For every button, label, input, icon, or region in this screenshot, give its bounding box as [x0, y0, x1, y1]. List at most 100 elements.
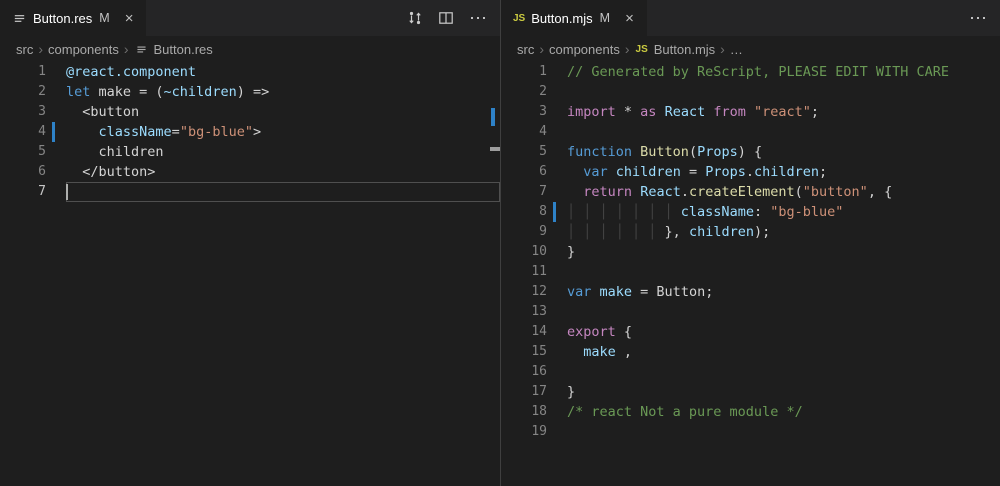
code-line-text[interactable]: className="bg-blue"> [66, 122, 500, 142]
editor-actions-right: ⋯ [969, 0, 1000, 36]
code-line[interactable]: 18 /* react Not a pure module */ [501, 402, 1000, 422]
line-number: 14 [501, 322, 547, 342]
code-line[interactable]: 2 [501, 82, 1000, 102]
code-line[interactable]: 6 var children = Props.children; [501, 162, 1000, 182]
code-line[interactable]: 19 [501, 422, 1000, 442]
code-line[interactable]: 3import * as React from "react"; [501, 102, 1000, 122]
code-line[interactable]: 11 [501, 262, 1000, 282]
code-line[interactable]: 15 make , [501, 342, 1000, 362]
code-line[interactable]: 7 return React.createElement("button", { [501, 182, 1000, 202]
more-actions-icon[interactable]: ⋯ [969, 9, 987, 27]
breadcrumb-left: src › components › Button.res [0, 36, 500, 62]
code-line-text[interactable]: } [567, 382, 1000, 402]
close-icon[interactable]: × [622, 10, 637, 27]
code-line-text[interactable] [567, 422, 1000, 442]
line-number: 17 [501, 382, 547, 402]
text-file-icon [12, 11, 27, 26]
split-editor-icon[interactable] [438, 10, 454, 26]
chevron-right-icon: › [38, 42, 43, 56]
code-line-text[interactable]: │ │ │ │ │ │ }, children); [567, 222, 1000, 242]
gutter [547, 202, 567, 222]
gutter [547, 182, 567, 202]
code-line-text[interactable]: var children = Props.children; [567, 162, 1000, 182]
code-line[interactable]: 9 │ │ │ │ │ │ }, children); [501, 222, 1000, 242]
code-line-text[interactable]: make , [567, 342, 1000, 362]
code-line-text[interactable]: children [66, 142, 500, 162]
breadcrumb-item-file[interactable]: Button.res [154, 42, 213, 57]
tab-button-res[interactable]: Button.res M × [0, 0, 146, 36]
breadcrumb-item-components[interactable]: components [549, 42, 620, 57]
line-number: 6 [501, 162, 547, 182]
code-line[interactable]: 14 export { [501, 322, 1000, 342]
line-number: 10 [501, 242, 547, 262]
code-line-text[interactable]: </button> [66, 162, 500, 182]
code-line[interactable]: 4 [501, 122, 1000, 142]
editor-group-right: JS Button.mjs M × ⋯ src › components › J… [500, 0, 1000, 486]
breadcrumb-item-src[interactable]: src [16, 42, 33, 57]
gutter [547, 222, 567, 242]
code-line-text[interactable]: return React.createElement("button", { [567, 182, 1000, 202]
overview-cursor-mark [490, 147, 500, 151]
line-number: 9 [501, 222, 547, 242]
code-line-text[interactable]: export { [567, 322, 1000, 342]
breadcrumb-item-symbol-ellipsis[interactable]: … [730, 42, 743, 57]
breadcrumb-item-src[interactable]: src [517, 42, 534, 57]
line-number: 6 [0, 162, 46, 182]
code-line-text[interactable] [567, 302, 1000, 322]
code-line-text[interactable]: /* react Not a pure module */ [567, 402, 1000, 422]
code-line[interactable]: 7 [0, 182, 500, 202]
breadcrumb-item-file[interactable]: Button.mjs [654, 42, 715, 57]
code-line[interactable]: 3 <button [0, 102, 500, 122]
breadcrumb-item-components[interactable]: components [48, 42, 119, 57]
open-changes-icon[interactable] [407, 10, 423, 26]
line-number: 15 [501, 342, 547, 362]
overview-ruler-right[interactable] [990, 62, 1000, 486]
code-line[interactable]: 2let make = (~children) => [0, 82, 500, 102]
code-line-text[interactable]: let make = (~children) => [66, 82, 500, 102]
code-lines-right: 1// Generated by ReScript, PLEASE EDIT W… [501, 62, 1000, 442]
gutter [547, 302, 567, 322]
code-line[interactable]: 17} [501, 382, 1000, 402]
code-line[interactable]: 5 function Button(Props) { [501, 142, 1000, 162]
line-number: 5 [0, 142, 46, 162]
gutter [547, 142, 567, 162]
code-line[interactable]: 6 </button> [0, 162, 500, 182]
tab-button-mjs[interactable]: JS Button.mjs M × [501, 0, 647, 36]
code-line[interactable]: 4 className="bg-blue"> [0, 122, 500, 142]
tab-bar-left: Button.res M × ⋯ [0, 0, 500, 36]
code-editor-right[interactable]: 1// Generated by ReScript, PLEASE EDIT W… [501, 62, 1000, 486]
more-actions-icon[interactable]: ⋯ [469, 9, 487, 27]
code-line-text[interactable] [567, 82, 1000, 102]
gutter [547, 242, 567, 262]
code-line-text[interactable]: <button [66, 102, 500, 122]
code-line-text[interactable]: // Generated by ReScript, PLEASE EDIT WI… [567, 62, 1000, 82]
gutter [547, 122, 567, 142]
code-line-text[interactable]: var make = Button; [567, 282, 1000, 302]
code-line[interactable]: 12var make = Button; [501, 282, 1000, 302]
close-icon[interactable]: × [122, 10, 137, 27]
code-line-text[interactable]: @react.component [66, 62, 500, 82]
line-number: 18 [501, 402, 547, 422]
git-modified-indicator [52, 122, 55, 142]
code-line[interactable]: 5 children [0, 142, 500, 162]
gutter [547, 402, 567, 422]
overview-ruler-left[interactable] [490, 62, 500, 486]
line-number: 5 [501, 142, 547, 162]
code-line[interactable]: 1@react.component [0, 62, 500, 82]
code-line[interactable]: 13 [501, 302, 1000, 322]
code-line-text[interactable]: import * as React from "react"; [567, 102, 1000, 122]
code-line[interactable]: 1// Generated by ReScript, PLEASE EDIT W… [501, 62, 1000, 82]
code-line-text[interactable]: function Button(Props) { [567, 142, 1000, 162]
code-line[interactable]: 16 [501, 362, 1000, 382]
code-line[interactable]: 8│ │ │ │ │ │ │ className: "bg-blue" [501, 202, 1000, 222]
code-line-text[interactable]: │ │ │ │ │ │ │ className: "bg-blue" [567, 202, 1000, 222]
code-line[interactable]: 10} [501, 242, 1000, 262]
code-line-text[interactable] [567, 122, 1000, 142]
code-line-text[interactable]: } [567, 242, 1000, 262]
gutter [46, 142, 66, 162]
code-editor-left[interactable]: 1@react.component2let make = (~children)… [0, 62, 500, 486]
code-line-text[interactable] [567, 362, 1000, 382]
gutter [547, 382, 567, 402]
code-line-text[interactable] [567, 262, 1000, 282]
code-line-text[interactable] [66, 182, 500, 202]
